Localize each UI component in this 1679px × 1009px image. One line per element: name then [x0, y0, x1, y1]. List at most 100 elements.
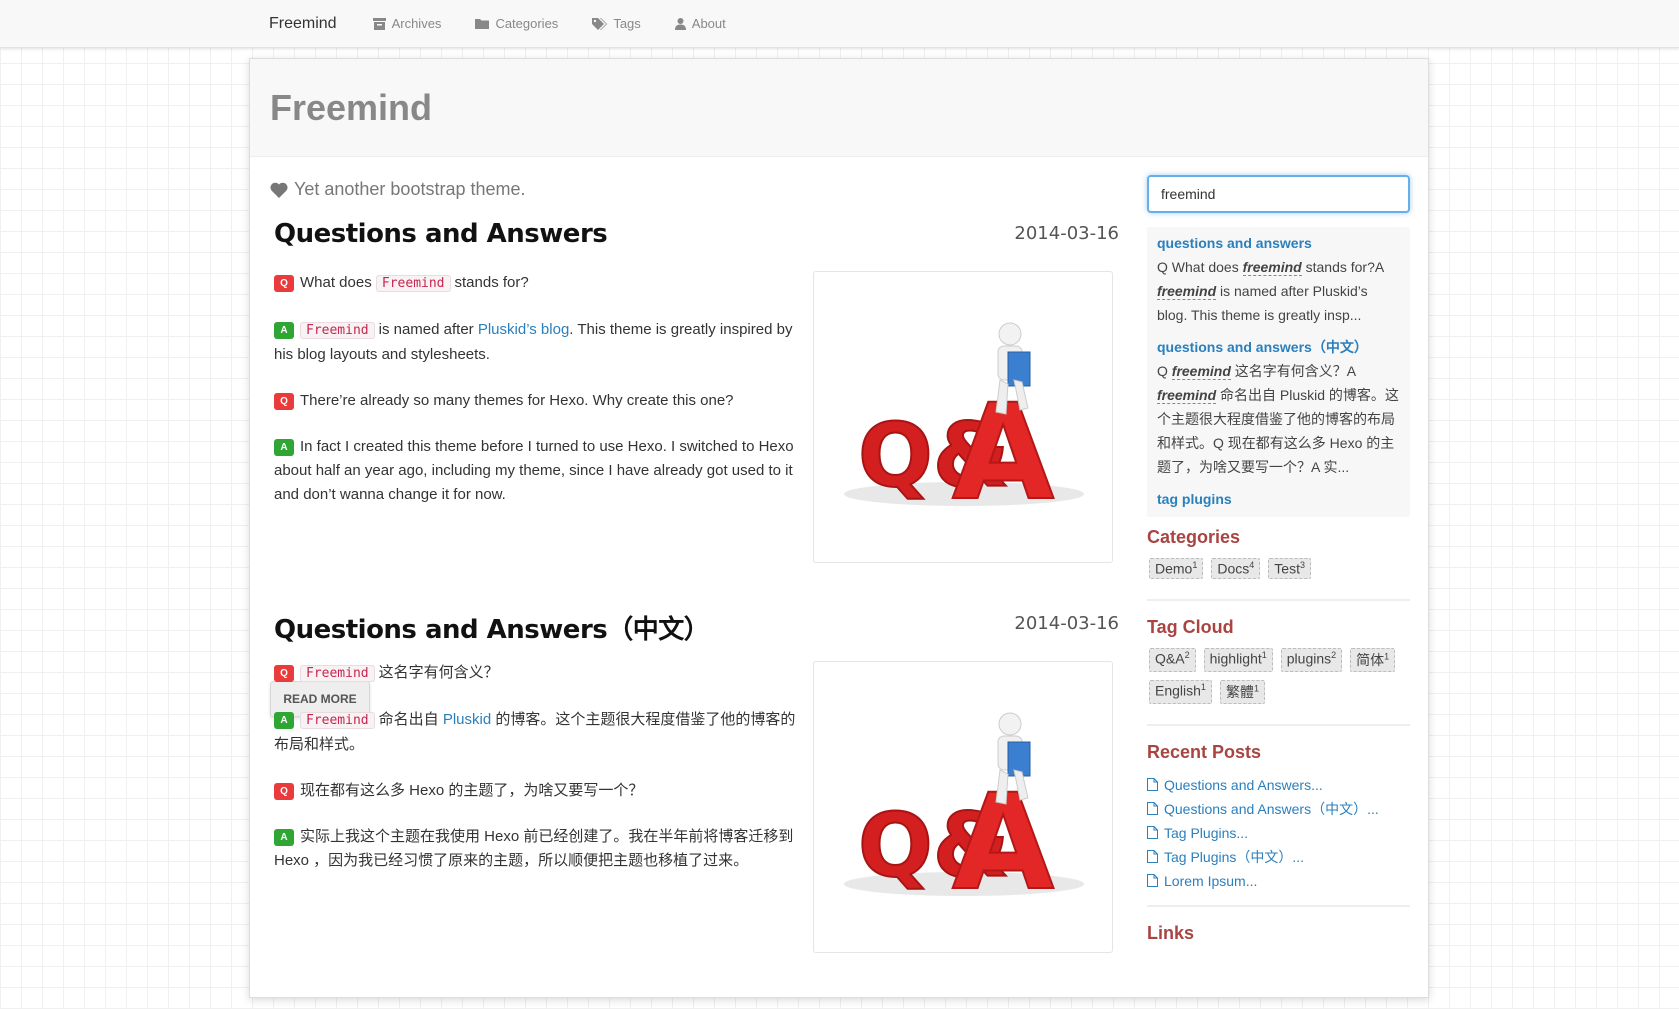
post-2-thumbnail[interactable]: Q& A — [813, 661, 1113, 953]
pluskid-blog-link[interactable]: Pluskid’s blog — [478, 321, 569, 338]
pill-count: 1 — [1384, 651, 1390, 661]
search-result-title[interactable]: questions and answers — [1157, 231, 1400, 255]
recent-post-link[interactable]: Questions and Answers... — [1164, 773, 1323, 797]
pluskid-link[interactable]: Pluskid — [443, 711, 491, 728]
code-freemind: Freemind — [300, 665, 375, 682]
recent-post-link[interactable]: Tag Plugins（中文）... — [1164, 845, 1304, 869]
tag-pill-plugins[interactable]: plugins2 — [1280, 647, 1343, 672]
post-1-a2: A In fact I created this theme before I t… — [274, 435, 804, 507]
pill-count: 2 — [1184, 649, 1190, 660]
answer-badge: A — [274, 439, 294, 456]
user-icon — [674, 17, 686, 30]
post-1-a1-pre: is named after — [378, 321, 474, 338]
pill-label: English — [1155, 682, 1201, 699]
pill-count: 4 — [1249, 560, 1255, 570]
recent-post-item[interactable]: Tag Plugins（中文）... — [1147, 845, 1410, 869]
post-1-thumbnail[interactable]: Q& A — [813, 271, 1113, 563]
post-1-a2-text: In fact I created this theme before I tu… — [274, 438, 794, 503]
post-2-body: Q Freemind 这名字有何含义？ A Freemind 命名出自 Pluskid … — [274, 661, 804, 895]
category-pill-test[interactable]: Test3 — [1268, 558, 1311, 579]
snippet-highlight: freemind — [1157, 387, 1217, 404]
recent-posts-heading: Recent Posts — [1147, 741, 1262, 762]
post-1-date: 2014-03-16 — [1014, 223, 1119, 244]
recent-post-item[interactable]: Questions and Answers（中文）... — [1147, 797, 1410, 821]
nav-archives[interactable]: Archives — [372, 16, 442, 31]
search-result-snippet: Q What does freemind stands for?A freemi… — [1157, 255, 1400, 327]
post-1-q2-text: There’re already so many themes for Hexo… — [300, 392, 734, 409]
pill-label: Demo — [1155, 560, 1193, 577]
post-1-q1: Q What does Freemind stands for? — [274, 271, 804, 296]
search-result-title[interactable]: questions and answers（中文） — [1157, 335, 1400, 359]
question-badge: Q — [274, 393, 294, 410]
recent-post-link[interactable]: Lorem Ipsum... — [1164, 869, 1257, 893]
category-pill-docs[interactable]: Docs4 — [1211, 558, 1261, 579]
nav-about[interactable]: About — [674, 16, 726, 31]
search-result-title[interactable]: tag plugins — [1157, 487, 1400, 511]
recent-post-link[interactable]: Tag Plugins... — [1164, 821, 1248, 845]
search-result-item[interactable]: questions and answers（中文） Q freemind 这名字… — [1157, 335, 1400, 479]
divider — [1147, 723, 1410, 726]
code-freemind: Freemind — [300, 322, 375, 339]
tag-pill-english[interactable]: English1 — [1149, 679, 1212, 704]
recent-post-item[interactable]: Tag Plugins... — [1147, 821, 1410, 845]
post-2-a1: A Freemind 命名出自 Pluskid 的博客。这个主题很大程度借鉴了他的博… — [274, 708, 804, 757]
pill-count: 1 — [1261, 649, 1267, 660]
search-results: questions and answers Q What does freemi… — [1147, 227, 1410, 517]
answer-badge: A — [274, 712, 294, 729]
tags-icon — [592, 17, 608, 30]
folder-icon — [475, 19, 490, 29]
pill-label: plugins — [1286, 650, 1332, 667]
brand-link[interactable]: Freemind — [269, 15, 337, 33]
recent-post-link[interactable]: Questions and Answers（中文）... — [1164, 797, 1379, 821]
file-icon — [1147, 874, 1158, 888]
links-heading: Links — [1147, 922, 1195, 943]
post-1-q2: Q There’re already so many themes for Hex… — [274, 389, 804, 413]
search-result-item[interactable]: questions and answers Q What does freemi… — [1157, 231, 1400, 327]
post-2-a2-text: 实际上我这个主题在我使用 Hexo 前已经创建了。我在半年前将博客迁移到 Hex… — [274, 828, 794, 869]
search-result-snippet: Q freemind 这名字有何含义？A freemind 命名出自 Plusk… — [1157, 359, 1400, 479]
category-pill-demo[interactable]: Demo1 — [1149, 558, 1204, 579]
snippet-part: 这名字有何含义？A — [1234, 363, 1356, 379]
question-badge: Q — [274, 665, 294, 682]
tag-cloud-list: Q&A2 highlight1 plugins2 简体1 English1 繁體… — [1147, 647, 1410, 712]
pill-count: 1 — [1200, 681, 1206, 692]
site-header: Freemind — [250, 59, 1428, 157]
categories-list: Demo1 Docs4 Test3 — [1147, 558, 1410, 587]
site-title[interactable]: Freemind — [270, 87, 432, 129]
post-2-q2-text: 现在都有这么多 Hexo 的主题了，为啥又要写一个？ — [300, 782, 644, 799]
divider — [1147, 904, 1410, 907]
post-2-q2: Q 现在都有这么多 Hexo 的主题了，为啥又要写一个？ — [274, 779, 804, 803]
tagline: Yet another bootstrap theme. — [270, 179, 526, 200]
tag-pill-traditional[interactable]: 繁體1 — [1219, 679, 1265, 704]
divider — [1147, 598, 1410, 601]
top-navbar: Freemind Archives Categories Tags About — [0, 0, 1679, 48]
pill-count: 1 — [1192, 560, 1198, 570]
tag-pill-qa[interactable]: Q&A2 — [1149, 647, 1196, 672]
snippet-highlight: freemind — [1171, 363, 1231, 380]
categories-heading: Categories — [1147, 527, 1241, 547]
post-2: Questions and Answers（中文） 2014-03-16 Q Fr… — [274, 609, 1119, 1009]
post-1-q1-post: stands for? — [454, 274, 529, 291]
recent-post-item[interactable]: Lorem Ipsum... — [1147, 869, 1410, 893]
tag-pill-simplified[interactable]: 简体1 — [1350, 647, 1396, 672]
search-input[interactable] — [1147, 175, 1410, 213]
post-2-a1-pre: 命名出自 — [378, 711, 439, 728]
nav-archives-label: Archives — [391, 16, 442, 31]
search-result-item[interactable]: tag plugins — [1157, 487, 1400, 511]
qa-illustration: Q& A — [844, 322, 1084, 531]
file-icon — [1147, 802, 1158, 816]
answer-badge: A — [274, 829, 294, 846]
heart-icon — [270, 182, 288, 198]
post-1: Questions and Answers 2014-03-16 Q What d… — [274, 219, 1119, 589]
archive-icon — [372, 17, 386, 30]
nav-tags[interactable]: Tags — [592, 16, 641, 31]
recent-post-item[interactable]: Questions and Answers... — [1147, 773, 1410, 797]
nav-categories[interactable]: Categories — [475, 16, 558, 31]
post-1-title[interactable]: Questions and Answers — [274, 219, 608, 249]
tag-pill-highlight[interactable]: highlight1 — [1203, 647, 1273, 672]
file-icon — [1147, 778, 1158, 792]
post-2-title[interactable]: Questions and Answers（中文） — [274, 609, 710, 646]
post-1-a1: A Freemind is named after Pluskid’s blog. … — [274, 318, 804, 367]
post-2-a2: A 实际上我这个主题在我使用 Hexo 前已经创建了。我在半年前将博客迁移到 He… — [274, 825, 804, 873]
pill-count: 3 — [1299, 560, 1305, 570]
